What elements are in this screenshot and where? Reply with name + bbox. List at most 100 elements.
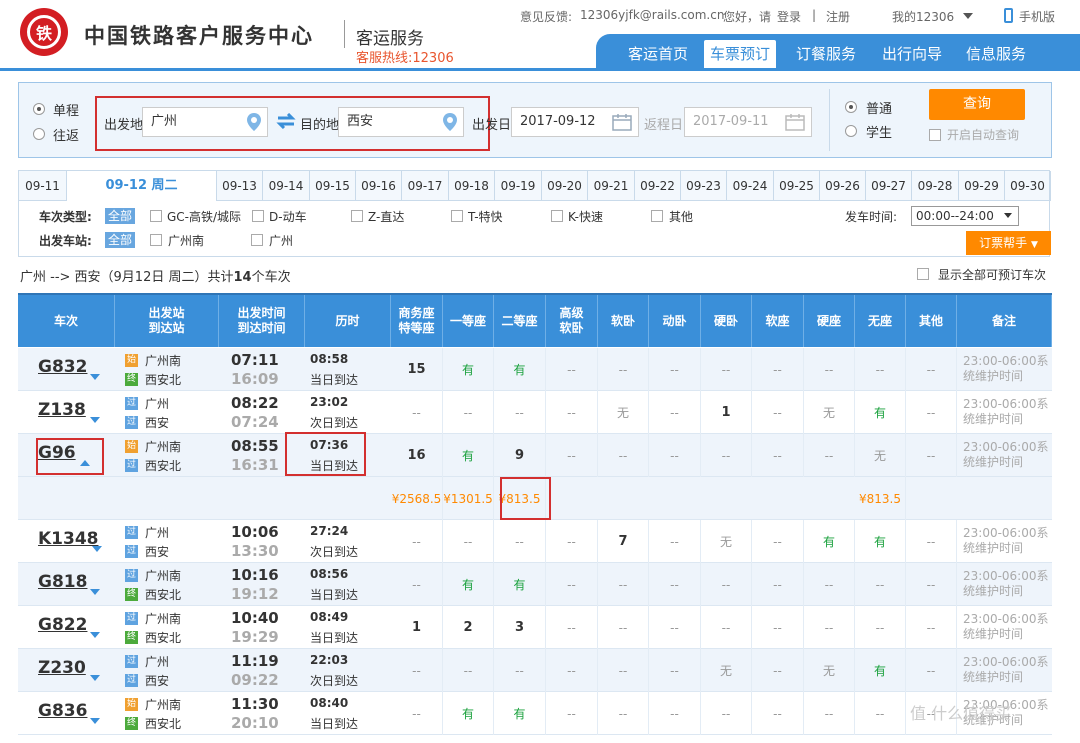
nav-meal[interactable]: 订餐服务 <box>786 40 866 68</box>
roundtrip-radio[interactable] <box>33 128 45 140</box>
station-checkbox-gz[interactable] <box>251 234 263 246</box>
train-number-link[interactable]: K1348 <box>38 529 99 549</box>
auto-query-checkbox[interactable] <box>929 129 941 141</box>
chevron-down-icon[interactable] <box>92 546 102 552</box>
seat-availability[interactable]: 有 <box>443 563 494 606</box>
type-checkbox-gc[interactable] <box>150 210 162 222</box>
show-all-checkbox[interactable] <box>917 268 929 280</box>
station-checkbox-gzn[interactable] <box>150 234 162 246</box>
nav-home[interactable]: 客运首页 <box>618 40 698 68</box>
seat-availability[interactable]: 无 <box>804 391 855 434</box>
nav-ticket-booking[interactable]: 车票预订 <box>704 40 776 68</box>
seat-availability[interactable]: 有 <box>443 348 494 391</box>
date-tab[interactable]: 09-25 <box>774 171 820 201</box>
duration: 27:24 <box>310 524 349 538</box>
train-type-all[interactable]: 全部 <box>105 208 136 224</box>
type-checkbox-d[interactable] <box>252 210 264 222</box>
railway-logo[interactable]: 铁 <box>20 8 68 56</box>
seat-availability[interactable]: 2 <box>443 606 494 649</box>
train-number-link[interactable]: G822 <box>38 615 87 635</box>
column-header[interactable]: 历时 <box>305 295 391 347</box>
station-all[interactable]: 全部 <box>105 232 136 248</box>
oneway-radio[interactable] <box>33 103 45 115</box>
seat-availability[interactable]: 3 <box>494 606 546 649</box>
chevron-down-icon[interactable] <box>90 718 100 724</box>
date-tab[interactable]: 09-17 <box>402 171 449 201</box>
date-tab[interactable]: 09-14 <box>263 171 310 201</box>
train-number-link[interactable]: G832 <box>38 357 87 377</box>
normal-ticket-radio[interactable] <box>845 101 857 113</box>
depart-time-select[interactable]: 00:00--24:00 <box>911 206 1019 226</box>
column-header[interactable]: 出发时间 到达时间 <box>219 295 305 347</box>
date-tab[interactable]: 09-23 <box>681 171 727 201</box>
seat-availability[interactable]: 无 <box>701 520 752 563</box>
seat-availability[interactable]: 有 <box>494 348 546 391</box>
type-checkbox-other[interactable] <box>651 210 663 222</box>
seat-availability[interactable]: 15 <box>391 348 443 391</box>
chevron-down-icon[interactable] <box>90 417 100 423</box>
seat-availability[interactable]: 16 <box>391 434 443 477</box>
seat-availability[interactable]: 有 <box>855 649 906 692</box>
date-tab[interactable]: 09-15 <box>310 171 356 201</box>
seat-availability[interactable]: 有 <box>443 692 494 735</box>
return-date-input[interactable]: 2017-09-11 <box>684 107 812 137</box>
date-tab[interactable]: 09-18 <box>449 171 495 201</box>
date-tab[interactable]: 09-16 <box>356 171 402 201</box>
seat-availability[interactable]: 有 <box>443 434 494 477</box>
type-checkbox-z[interactable] <box>351 210 363 222</box>
type-checkbox-k[interactable] <box>551 210 563 222</box>
chevron-down-icon[interactable] <box>90 675 100 681</box>
register-link[interactable]: 注册 <box>826 8 850 25</box>
seat-availability[interactable]: 有 <box>804 520 855 563</box>
date-tab[interactable]: 09-26 <box>820 171 866 201</box>
seat-price[interactable]: ¥813.5 <box>855 477 906 520</box>
login-link[interactable]: 登录 <box>777 8 801 25</box>
query-button[interactable]: 查询 <box>929 89 1025 120</box>
date-tab[interactable]: 09-20 <box>542 171 588 201</box>
seat-availability[interactable]: 有 <box>855 520 906 563</box>
date-tab[interactable]: 09-11 <box>19 171 67 201</box>
nav-info[interactable]: 信息服务 <box>956 40 1036 68</box>
date-tab[interactable]: 09-12 周二 <box>67 171 217 203</box>
date-tab[interactable]: 09-27 <box>866 171 912 201</box>
mobile-link[interactable]: 手机版 <box>1019 8 1055 25</box>
date-tab[interactable]: 09-24 <box>727 171 774 201</box>
booking-helper-button[interactable]: 订票帮手 ▼ <box>966 231 1051 255</box>
date-tab[interactable]: 09-22 <box>635 171 681 201</box>
chevron-down-icon[interactable] <box>90 374 100 380</box>
date-tab[interactable]: 09-21 <box>588 171 635 201</box>
date-tab[interactable]: 09-19 <box>495 171 542 201</box>
seat-availability[interactable]: 无 <box>804 649 855 692</box>
seat-availability[interactable]: 9 <box>494 434 546 477</box>
chevron-down-icon[interactable] <box>963 13 973 19</box>
seat-price[interactable]: ¥1301.5 <box>443 477 494 520</box>
seat-price[interactable]: ¥2568.5 <box>391 477 443 520</box>
seat-availability[interactable]: 无 <box>598 391 649 434</box>
date-tab[interactable]: 09-13 <box>217 171 263 201</box>
train-number-link[interactable]: Z230 <box>38 658 86 678</box>
chevron-down-icon[interactable] <box>90 589 100 595</box>
seat-availability[interactable]: 1 <box>701 391 752 434</box>
nav-guide[interactable]: 出行向导 <box>872 40 952 68</box>
train-number-link[interactable]: G836 <box>38 701 87 721</box>
seat-availability[interactable]: 无 <box>701 649 752 692</box>
seat-availability[interactable]: 有 <box>855 391 906 434</box>
seat-availability: -- <box>701 434 752 477</box>
my12306-link[interactable]: 我的12306 <box>892 8 954 25</box>
seat-availability[interactable]: 无 <box>855 434 906 477</box>
seat-availability: -- <box>649 606 701 649</box>
train-number-link[interactable]: G818 <box>38 572 87 592</box>
feedback-email-link[interactable]: 12306yjfk@rails.com.cn <box>580 8 724 22</box>
date-tab[interactable]: 09-29 <box>959 171 1005 201</box>
depart-date-input[interactable]: 2017-09-12 <box>511 107 639 137</box>
date-tab[interactable]: 09-28 <box>912 171 959 201</box>
train-number-link[interactable]: Z138 <box>38 400 86 420</box>
student-ticket-radio[interactable] <box>845 125 857 137</box>
seat-availability[interactable]: 有 <box>494 563 546 606</box>
seat-availability[interactable]: 有 <box>494 692 546 735</box>
date-tab[interactable]: 09-30 <box>1005 171 1051 201</box>
type-checkbox-t[interactable] <box>451 210 463 222</box>
chevron-down-icon[interactable] <box>90 632 100 638</box>
seat-availability[interactable]: 7 <box>598 520 649 563</box>
seat-availability[interactable]: 1 <box>391 606 443 649</box>
